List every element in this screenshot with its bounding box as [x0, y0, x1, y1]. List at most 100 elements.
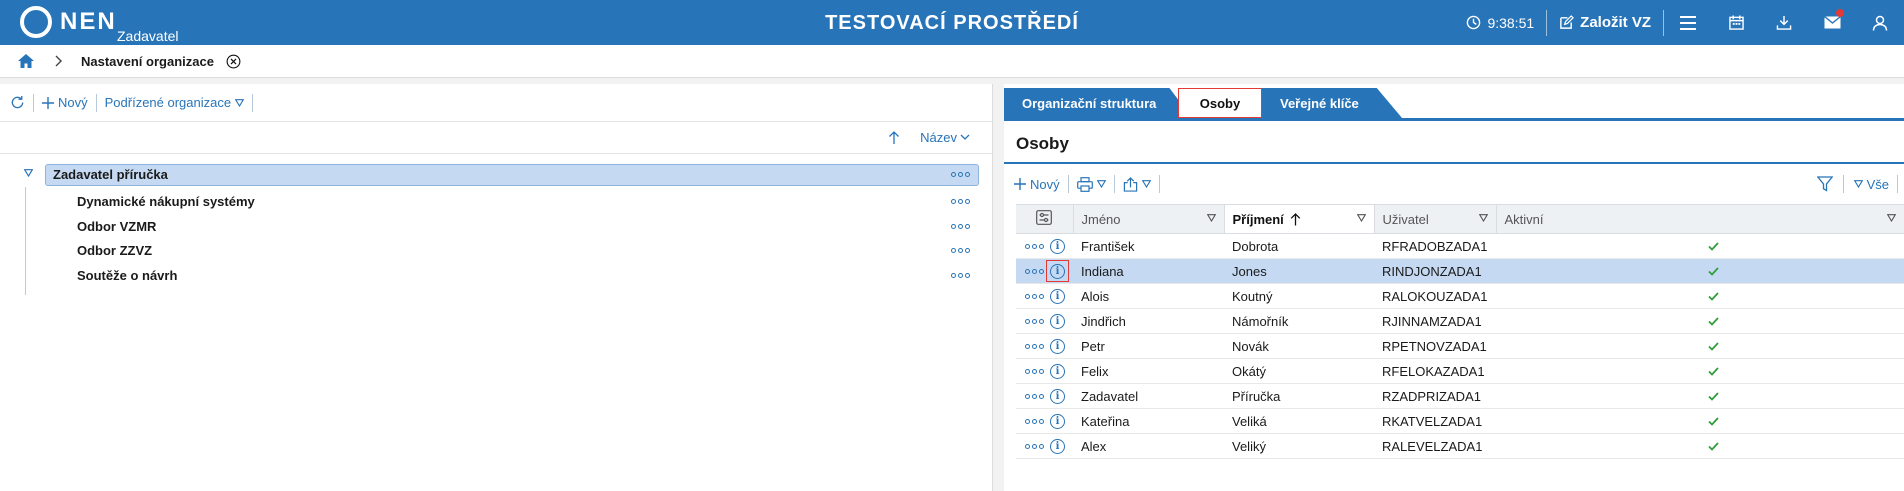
check-icon: [1708, 266, 1719, 276]
messages-button[interactable]: [1808, 0, 1856, 45]
node-actions-button[interactable]: [951, 172, 970, 177]
table-row[interactable]: i František Dobrota RFRADOBZADA1: [1016, 233, 1904, 259]
row-actions-button[interactable]: [1025, 369, 1044, 374]
row-actions-button[interactable]: [1025, 444, 1044, 449]
table-row[interactable]: i Kateřina Veliká RKATVELZADA1: [1016, 408, 1904, 434]
menu-button[interactable]: [1664, 0, 1712, 45]
node-actions-button[interactable]: [951, 199, 970, 204]
column-header-active[interactable]: Aktivní: [1496, 204, 1904, 234]
node-actions-button[interactable]: [951, 223, 970, 229]
node-actions-button[interactable]: [951, 272, 970, 278]
cell-active: [1496, 333, 1904, 359]
tab-public-keys[interactable]: Veřejné klíče: [1262, 88, 1402, 118]
check-icon: [1708, 441, 1719, 451]
nen-logo-icon[interactable]: [20, 6, 52, 38]
section-title-underline: [1004, 162, 1904, 164]
calendar-button[interactable]: [1712, 0, 1760, 45]
info-icon[interactable]: i: [1050, 314, 1065, 329]
column-settings-header[interactable]: [1016, 204, 1074, 234]
tree-node-root[interactable]: Zadavatel příručka: [0, 164, 992, 186]
export-dropdown[interactable]: [1123, 176, 1151, 192]
column-filter-icon[interactable]: [1887, 214, 1896, 222]
filter-all-label: Vše: [1866, 176, 1889, 192]
cell-last-name: Námořník: [1224, 308, 1374, 334]
table-row[interactable]: i Zadavatel Příručka RZADPRIZADA1: [1016, 383, 1904, 409]
filter-icon[interactable]: [1816, 176, 1833, 192]
filter-all-dropdown[interactable]: Vše: [1853, 176, 1889, 192]
info-icon[interactable]: i: [1050, 239, 1065, 254]
tree-node-child[interactable]: Soutěže o návrh: [0, 263, 992, 288]
tree-node-child[interactable]: Odbor ZZVZ: [0, 238, 992, 263]
cell-user: RPETNOVZADA1: [1374, 333, 1496, 359]
close-page-button[interactable]: [226, 54, 241, 69]
table-row[interactable]: i Petr Novák RPETNOVZADA1: [1016, 333, 1904, 359]
check-icon: [1708, 416, 1719, 426]
table-row[interactable]: i Felix Okátý RFELOKAZADA1: [1016, 358, 1904, 384]
sub-organizations-dropdown[interactable]: Podřízené organizace: [105, 95, 245, 110]
cell-active: [1496, 258, 1904, 284]
row-actions-button[interactable]: [1025, 319, 1044, 324]
table-row[interactable]: i Alois Koutný RALOKOUZADA1: [1016, 283, 1904, 309]
collapse-toggle-icon[interactable]: [24, 169, 33, 177]
info-icon[interactable]: i: [1050, 439, 1065, 454]
column-filter-icon[interactable]: [1206, 214, 1216, 222]
tree-node-child[interactable]: Dynamické nákupní systémy: [0, 189, 992, 214]
info-icon[interactable]: i: [1050, 364, 1065, 379]
create-vz-button[interactable]: Založit VZ: [1547, 0, 1663, 45]
tree-node-label: Soutěže o návrh: [77, 267, 178, 283]
check-icon: [1708, 391, 1719, 401]
row-actions-button[interactable]: [1025, 394, 1044, 399]
tab-organization-structure[interactable]: Organizační struktura: [1004, 88, 1192, 118]
cell-first-name: Kateřina: [1073, 408, 1224, 434]
column-header-first-name[interactable]: Jméno: [1073, 204, 1225, 234]
notification-badge: [1836, 9, 1844, 17]
tab-persons[interactable]: Osoby: [1178, 88, 1262, 118]
row-actions-button[interactable]: [1025, 269, 1044, 274]
new-person-button[interactable]: Nový: [1014, 177, 1060, 192]
column-header-last-name[interactable]: Příjmení: [1224, 204, 1375, 234]
tree-node-child[interactable]: Odbor VZMR: [0, 214, 992, 239]
sort-field-dropdown[interactable]: Název: [920, 130, 970, 145]
breadcrumb: Nastavení organizace: [0, 45, 1904, 78]
column-label: Příjmení: [1232, 211, 1284, 227]
cell-active: [1496, 233, 1904, 259]
row-actions-button[interactable]: [1025, 244, 1044, 249]
row-actions-button[interactable]: [1025, 419, 1044, 424]
chevron-right-icon: [55, 55, 63, 67]
logo-text[interactable]: NEN: [60, 8, 117, 36]
info-icon[interactable]: i: [1050, 389, 1065, 404]
cell-active: [1496, 308, 1904, 334]
cell-last-name: Okátý: [1224, 358, 1374, 384]
cell-last-name: Jones: [1224, 258, 1374, 284]
info-icon[interactable]: i: [1050, 289, 1065, 304]
print-dropdown[interactable]: [1076, 176, 1106, 192]
info-icon[interactable]: i: [1050, 339, 1065, 354]
table-row[interactable]: i Indiana Jones RINDJONZADA1: [1016, 258, 1904, 284]
row-actions-cell: i: [1016, 408, 1073, 434]
sort-direction-up-icon[interactable]: [888, 130, 900, 145]
calendar-icon: [1728, 15, 1744, 30]
column-filter-icon[interactable]: [1356, 214, 1366, 222]
cell-user: RFELOKAZADA1: [1374, 358, 1496, 384]
download-button[interactable]: [1760, 0, 1808, 45]
cell-user: RZADPRIZADA1: [1374, 383, 1496, 409]
cell-first-name: Felix: [1073, 358, 1224, 384]
table-row[interactable]: i Alex Veliký RALEVELZADA1: [1016, 433, 1904, 459]
triangle-down-icon: [1141, 180, 1151, 188]
info-icon[interactable]: i: [1050, 414, 1065, 429]
filter-controls: Vše: [1816, 168, 1898, 200]
column-filter-icon[interactable]: [1478, 214, 1488, 222]
user-profile-button[interactable]: [1856, 0, 1904, 45]
row-actions-button[interactable]: [1025, 344, 1044, 349]
row-actions-button[interactable]: [1025, 294, 1044, 299]
new-org-button[interactable]: Nový: [42, 95, 88, 110]
table-row[interactable]: i Jindřich Námořník RJINNAMZADA1: [1016, 308, 1904, 334]
cell-active: [1496, 358, 1904, 384]
node-actions-button[interactable]: [951, 248, 970, 253]
home-button[interactable]: [17, 53, 35, 69]
breadcrumb-current: Nastavení organizace: [81, 53, 214, 69]
check-icon: [1708, 316, 1719, 326]
column-header-user[interactable]: Uživatel: [1374, 204, 1497, 234]
refresh-button[interactable]: [10, 95, 25, 110]
sort-field-label: Název: [920, 130, 957, 145]
